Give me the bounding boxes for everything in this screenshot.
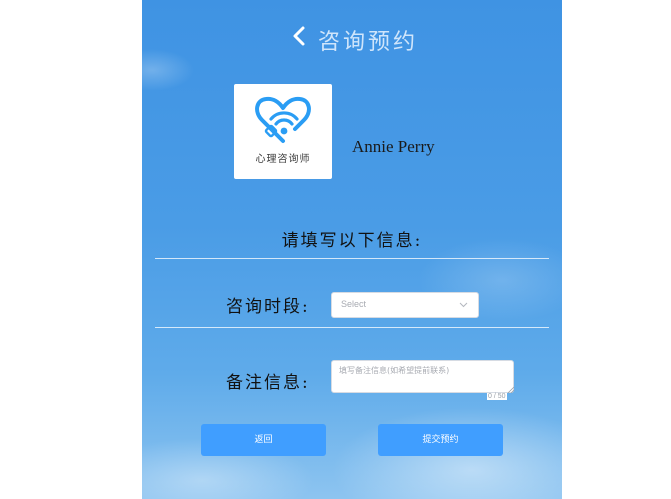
booking-panel: 咨询预约 心理咨询师 Annie Perry 请填写以下信息: 咨询时段: Se… bbox=[142, 0, 562, 499]
counselor-name: Annie Perry bbox=[352, 137, 435, 156]
character-counter: 0 / 50 bbox=[487, 393, 507, 400]
back-button[interactable]: 返回 bbox=[201, 424, 326, 456]
submit-booking-button[interactable]: 提交预约 bbox=[378, 424, 503, 456]
time-slot-select[interactable]: Select bbox=[331, 292, 479, 318]
page-title: 咨询预约 bbox=[318, 30, 419, 55]
select-placeholder: Select bbox=[341, 299, 367, 309]
back-arrow-icon[interactable] bbox=[288, 24, 312, 48]
resize-handle-icon[interactable] bbox=[507, 386, 515, 394]
divider bbox=[155, 327, 549, 328]
divider bbox=[155, 258, 549, 259]
notes-label: 备注信息: bbox=[226, 373, 310, 393]
counselor-logo: 心理咨询师 bbox=[234, 84, 332, 179]
form-heading: 请填写以下信息: bbox=[281, 231, 423, 251]
time-slot-label: 咨询时段: bbox=[226, 297, 310, 317]
chevron-down-icon bbox=[459, 302, 468, 308]
logo-caption: 心理咨询师 bbox=[255, 154, 311, 165]
notes-textarea[interactable] bbox=[331, 360, 514, 393]
page-header: 咨询预约 bbox=[142, 18, 562, 58]
heart-wifi-icon bbox=[255, 96, 311, 143]
